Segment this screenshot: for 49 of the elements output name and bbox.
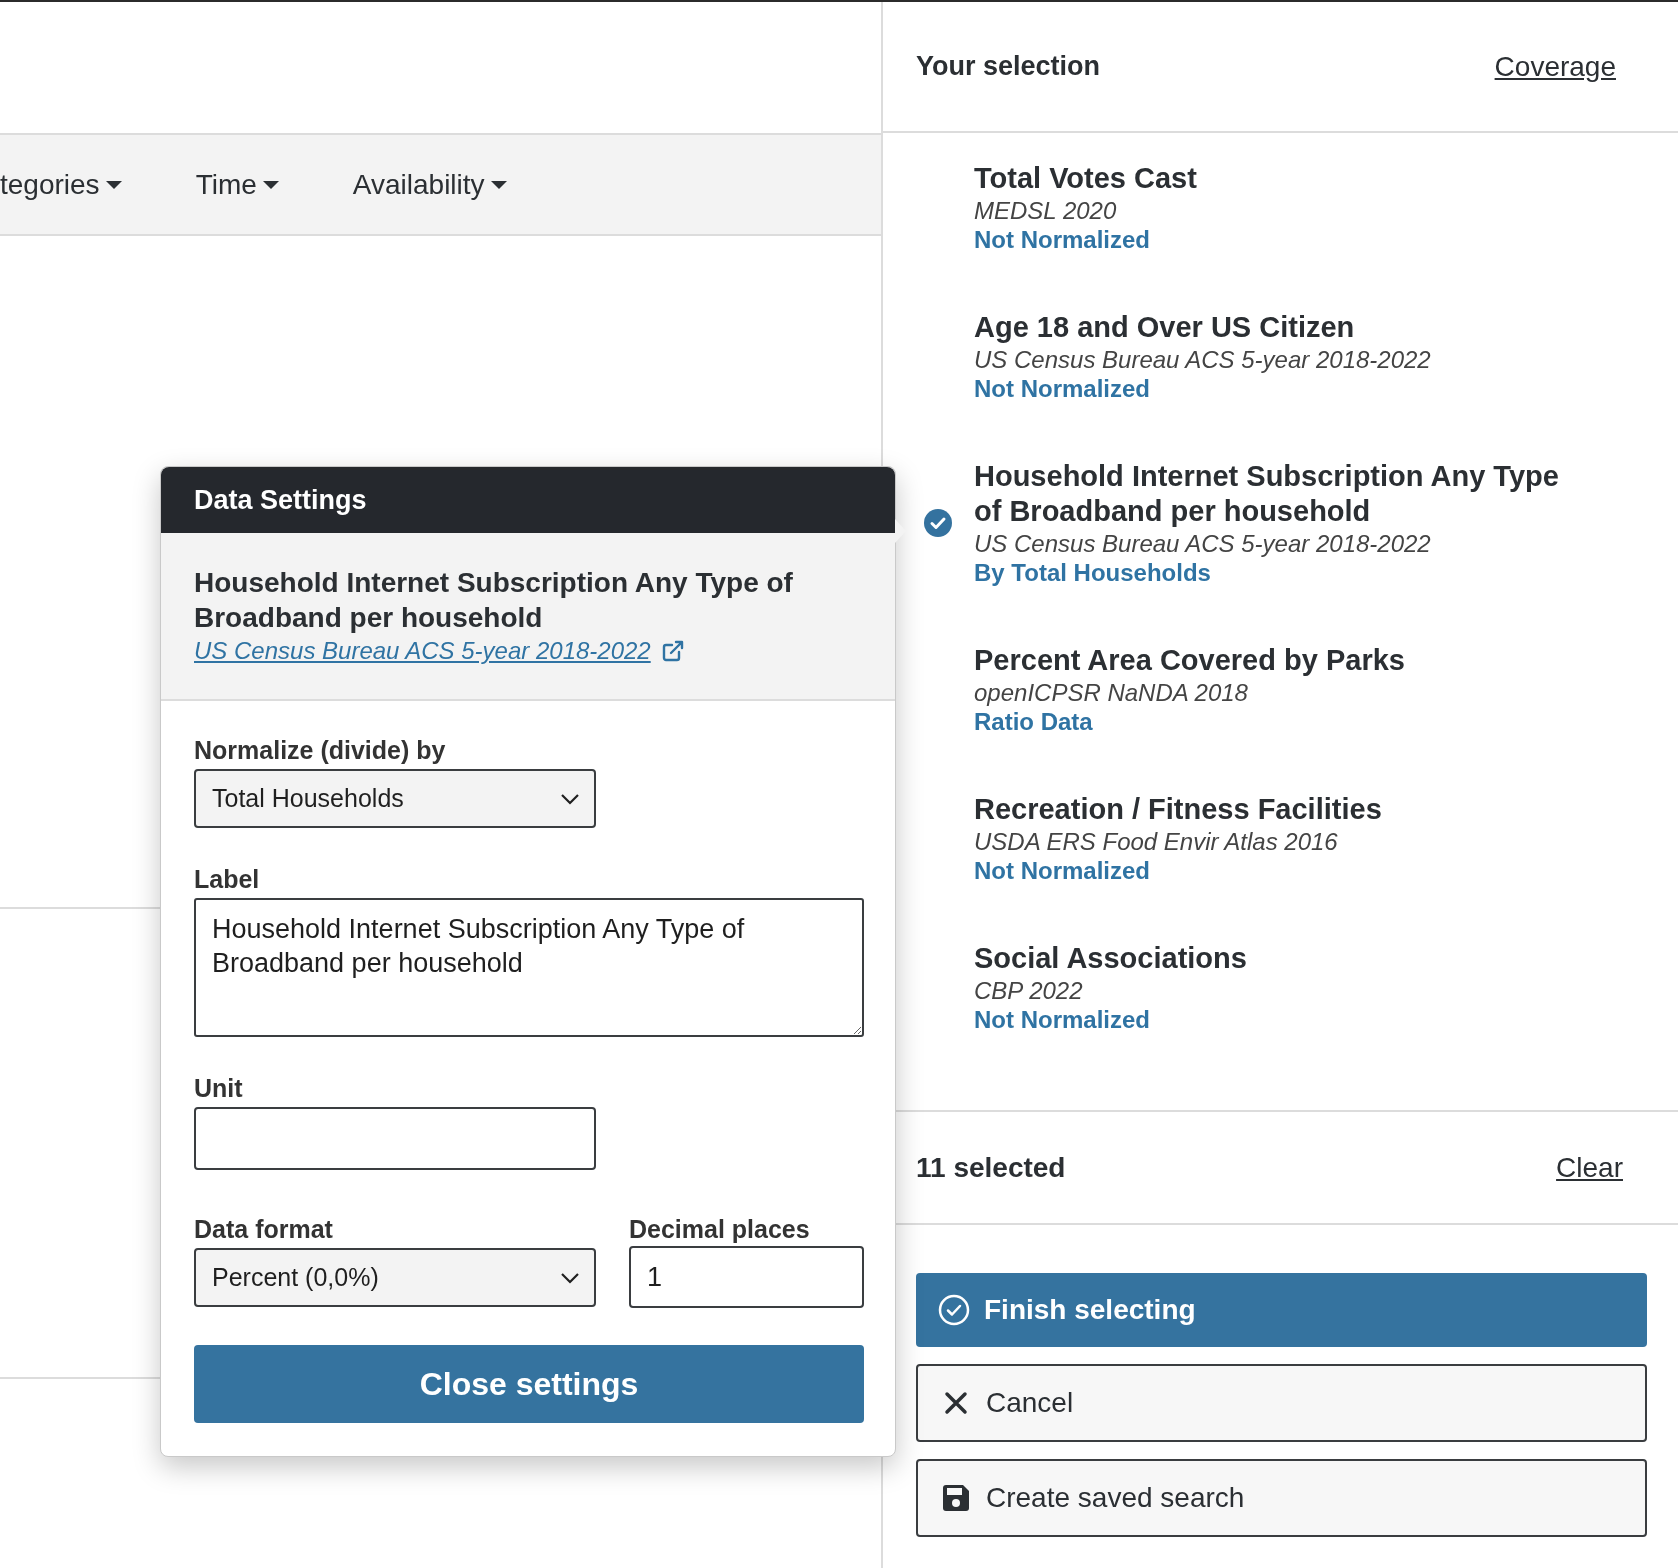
variable-title[interactable]: Social Associations xyxy=(974,941,1564,976)
normalize-select[interactable]: Total Households xyxy=(194,769,596,828)
variable-title[interactable]: Total Votes Cast xyxy=(974,161,1564,196)
caret-icon xyxy=(262,180,279,189)
normalization-link[interactable]: Ratio Data xyxy=(974,707,1564,736)
clear-link[interactable]: Clear xyxy=(1556,1151,1623,1184)
variable-title[interactable]: Recreation / Fitness Facilities xyxy=(974,792,1564,827)
normalization-link[interactable]: Not Normalized xyxy=(974,1005,1564,1034)
variable-title[interactable]: Percent Area Covered by Parks xyxy=(974,643,1564,678)
filter-dropdown[interactable]: tegories xyxy=(0,168,122,201)
unit-field[interactable] xyxy=(194,1107,596,1170)
caret-icon xyxy=(490,180,507,189)
save-button[interactable]: Create saved search xyxy=(916,1459,1647,1537)
variable-title[interactable]: Household Internet Subscription Any Type of Broadband per household xyxy=(974,459,1564,529)
filter-dropdown[interactable]: Availability xyxy=(352,168,507,201)
decimal-places-field[interactable]: 1 xyxy=(629,1246,864,1308)
caret-icon xyxy=(105,180,122,189)
label-field[interactable]: Household Internet Subscription Any Type of Broadband per household xyxy=(194,898,864,1037)
field-label: Data format xyxy=(194,1214,334,1244)
finish-button[interactable]: Finish selecting xyxy=(916,1273,1647,1347)
normalization-link[interactable]: Not Normalized xyxy=(974,225,1564,254)
chevron-icon xyxy=(560,792,580,805)
normalization-link[interactable]: By Total Households xyxy=(974,558,1564,587)
source-text: MEDSL 2020 xyxy=(974,196,1118,225)
selected-count: 11 selected xyxy=(916,1151,1066,1184)
normalization-link[interactable]: Not Normalized xyxy=(974,374,1564,403)
field-label: Normalize (divide) by xyxy=(194,735,447,765)
source-text: US Census Bureau ACS 5-year 2018-2022 xyxy=(974,345,1432,374)
source-text: USDA ERS Food Envir Atlas 2016 xyxy=(974,827,1339,856)
variable-title: Household Internet Subscription Any Type of Broadband per household xyxy=(194,566,794,635)
panel-title: Your selection xyxy=(916,51,1101,82)
source-text: CBP 2022 xyxy=(974,976,1084,1005)
check-circle-icon xyxy=(938,1294,970,1326)
chevron-icon xyxy=(560,1271,580,1284)
source-text: openICPSR NaNDA 2018 xyxy=(974,678,1249,707)
coverage-link[interactable]: Coverage xyxy=(1494,50,1616,83)
close-settings-button[interactable]: Close settings xyxy=(194,1345,864,1423)
data-format-select[interactable]: Percent (0,0%) xyxy=(194,1248,596,1307)
external-link-icon xyxy=(660,639,685,663)
cancel-button[interactable]: Cancel xyxy=(916,1364,1647,1442)
filter-dropdown[interactable]: Time xyxy=(195,168,279,201)
normalization-link[interactable]: Not Normalized xyxy=(974,856,1564,885)
variable-title[interactable]: Age 18 and Over US Citizen xyxy=(974,310,1564,345)
source-link[interactable]: US Census Bureau ACS 5-year 2018-2022 xyxy=(194,636,651,666)
field-label: Unit xyxy=(194,1073,244,1103)
field-label: Decimal places xyxy=(629,1214,811,1244)
field-label: Label xyxy=(194,864,261,894)
source-text: US Census Bureau ACS 5-year 2018-2022 xyxy=(974,529,1432,558)
popover-title: Data Settings xyxy=(161,467,895,533)
